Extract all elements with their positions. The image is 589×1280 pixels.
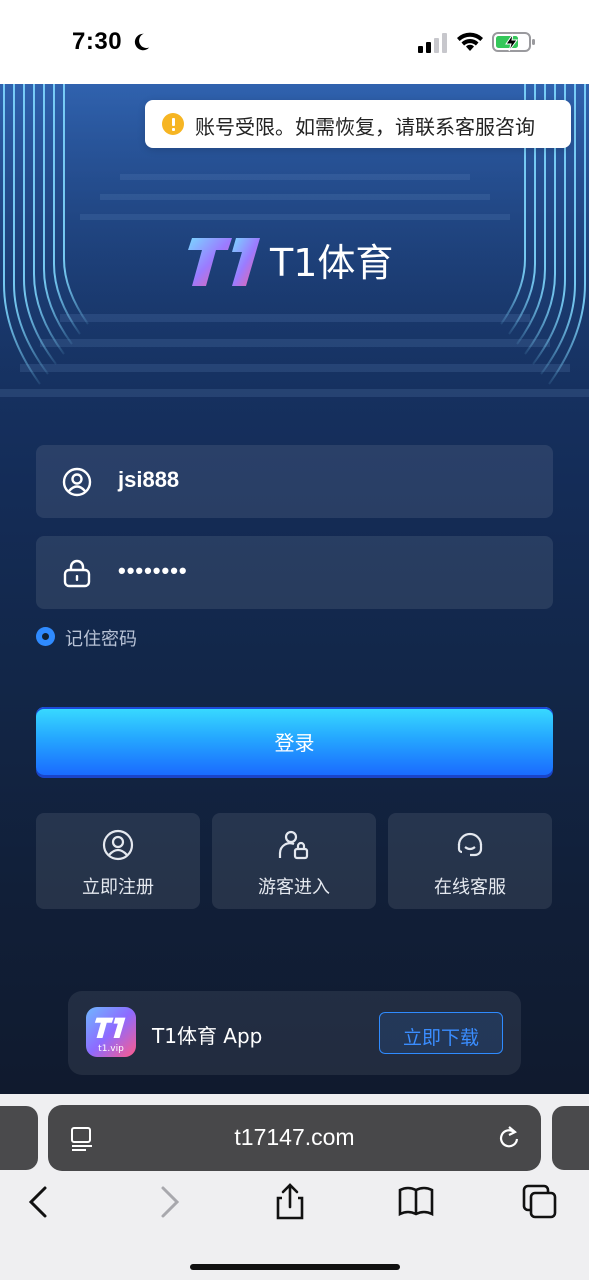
- warning-icon: [162, 113, 184, 135]
- app-icon: t1.vip: [86, 1007, 136, 1057]
- t1-app-logo-icon: [94, 1017, 126, 1039]
- download-button-label: 立即下载: [402, 1027, 479, 1049]
- tabs-icon[interactable]: [520, 1182, 560, 1222]
- guest-user-icon: [278, 830, 309, 860]
- next-tab-preview[interactable]: [552, 1106, 589, 1170]
- user-circle-icon: [102, 829, 134, 861]
- password-field[interactable]: ••••••••: [36, 536, 553, 609]
- browser-toolbar: t17147.com: [0, 1094, 589, 1280]
- back-icon[interactable]: [20, 1182, 60, 1222]
- login-button-label: 登录: [274, 731, 315, 755]
- app-name: T1体育 App: [152, 1024, 263, 1048]
- home-indicator: [190, 1264, 400, 1270]
- register-label: 立即注册: [82, 877, 154, 898]
- guest-entry-label: 游客进入: [258, 877, 330, 898]
- status-bar: 7:30: [0, 0, 589, 84]
- register-button[interactable]: 立即注册: [36, 813, 200, 909]
- username-value: jsi888: [118, 467, 180, 492]
- remember-password-radio[interactable]: [36, 627, 55, 646]
- status-time: 7:30: [72, 28, 123, 55]
- brand-name: T1体育: [270, 241, 394, 285]
- guest-entry-button[interactable]: 游客进入: [212, 813, 376, 909]
- lock-icon: [63, 559, 91, 588]
- address-bar[interactable]: t17147.com: [48, 1105, 541, 1171]
- login-button[interactable]: 登录: [36, 707, 553, 775]
- wifi-icon: [457, 32, 483, 51]
- battery-charging-icon: [492, 32, 535, 52]
- account-restricted-toast: 账号受限。如需恢复，请联系客服咨询: [145, 100, 571, 148]
- toast-message: 账号受限。如需恢复，请联系客服咨询: [195, 115, 535, 139]
- online-support-button[interactable]: 在线客服: [388, 813, 552, 909]
- previous-tab-preview[interactable]: [0, 1106, 38, 1170]
- headset-icon: [457, 832, 483, 857]
- bookmarks-icon[interactable]: [396, 1182, 436, 1222]
- password-value: ••••••••: [118, 558, 188, 583]
- url-text: t17147.com: [234, 1124, 355, 1150]
- moon-icon: [134, 33, 150, 51]
- share-icon[interactable]: [270, 1182, 310, 1222]
- username-field[interactable]: jsi888: [36, 445, 553, 518]
- t1-logo-icon: [188, 238, 260, 286]
- online-support-label: 在线客服: [434, 877, 506, 898]
- user-icon: [62, 467, 92, 497]
- login-page: 账号受限。如需恢复，请联系客服咨询 T1体育 jsi888 •••••••• 记…: [0, 84, 589, 1094]
- remember-password-label: 记住密码: [65, 629, 137, 650]
- forward-icon[interactable]: [148, 1182, 188, 1222]
- download-button[interactable]: 立即下载: [379, 1012, 503, 1054]
- cellular-signal-icon: [418, 33, 447, 53]
- app-download-banner: t1.vip T1体育 App 立即下载: [68, 991, 521, 1075]
- app-icon-domain: t1.vip: [98, 1044, 124, 1054]
- reload-icon[interactable]: [495, 1124, 523, 1152]
